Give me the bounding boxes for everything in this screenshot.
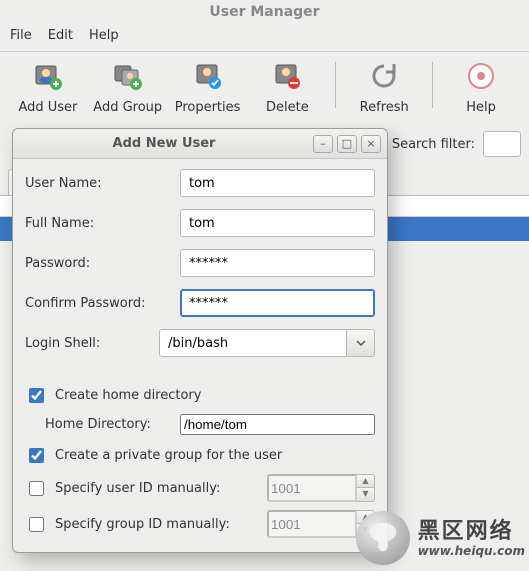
home-directory-label: Home Directory:	[45, 417, 180, 432]
refresh-icon	[368, 60, 400, 96]
fullname-input[interactable]	[180, 209, 375, 237]
menubar: File Edit Help	[0, 26, 529, 52]
password-input[interactable]	[180, 249, 375, 277]
menu-file[interactable]: File	[10, 28, 32, 43]
chevron-down-icon[interactable]	[347, 329, 375, 357]
specify-gid-label: Specify group ID manually:	[55, 517, 230, 532]
menu-help[interactable]: Help	[89, 28, 119, 43]
password-label: Password:	[25, 256, 180, 271]
private-group-checkbox[interactable]	[29, 448, 44, 463]
username-label: User Name:	[25, 176, 180, 191]
dialog-body: User Name: Full Name: Password: Confirm …	[13, 159, 387, 552]
watermark-url: www.heiqu.com	[418, 544, 525, 558]
login-shell-combo[interactable]	[159, 329, 375, 357]
confirm-password-input[interactable]	[180, 289, 375, 317]
home-directory-input[interactable]	[180, 414, 375, 435]
menu-edit[interactable]: Edit	[48, 28, 73, 43]
login-shell-label: Login Shell:	[25, 336, 159, 351]
uid-step-up: ▲	[357, 474, 375, 488]
login-shell-input[interactable]	[159, 329, 347, 357]
help-button[interactable]: Help	[441, 58, 521, 117]
user-delete-icon	[271, 60, 303, 96]
toolbar-label: Help	[466, 100, 496, 115]
specify-uid-label: Specify user ID manually:	[55, 481, 220, 496]
minimize-button[interactable]: –	[313, 135, 333, 153]
group-add-icon	[112, 60, 144, 96]
add-user-button[interactable]: Add User	[8, 58, 88, 117]
gid-step-down: ▼	[357, 524, 375, 538]
delete-button[interactable]: Delete	[247, 58, 327, 117]
username-input[interactable]	[180, 169, 375, 197]
help-icon	[465, 60, 497, 96]
toolbar-label: Delete	[266, 100, 309, 115]
specify-gid-checkbox[interactable]	[29, 517, 44, 532]
gid-step-up: ▲	[357, 510, 375, 524]
toolbar: Add User Add Group Properties Delete Ref…	[0, 52, 529, 121]
search-filter-label: Search filter:	[392, 137, 475, 152]
gid-input	[267, 510, 357, 538]
separator	[432, 62, 433, 108]
create-home-label: Create home directory	[55, 388, 201, 403]
fullname-label: Full Name:	[25, 216, 180, 231]
user-add-icon	[32, 60, 64, 96]
watermark-text: 黑区网络	[418, 518, 525, 544]
create-home-checkbox[interactable]	[29, 388, 44, 403]
dialog-titlebar[interactable]: Add New User – □ ×	[13, 129, 387, 159]
specify-uid-checkbox[interactable]	[29, 481, 44, 496]
properties-button[interactable]: Properties	[168, 58, 248, 117]
toolbar-label: Add Group	[93, 100, 162, 115]
separator	[335, 62, 336, 108]
window-title: User Manager	[0, 0, 529, 26]
toolbar-label: Add User	[18, 100, 77, 115]
refresh-button[interactable]: Refresh	[344, 58, 424, 117]
private-group-label: Create a private group for the user	[55, 448, 282, 463]
uid-spinner: ▲ ▼	[267, 474, 375, 502]
add-group-button[interactable]: Add Group	[88, 58, 168, 117]
maximize-button[interactable]: □	[337, 135, 357, 153]
toolbar-label: Refresh	[360, 100, 409, 115]
toolbar-label: Properties	[175, 100, 241, 115]
add-user-dialog: Add New User – □ × User Name: Full Name:…	[12, 128, 388, 553]
dialog-title: Add New User	[19, 136, 309, 151]
uid-step-down: ▼	[357, 488, 375, 502]
uid-input	[267, 474, 357, 502]
properties-icon	[192, 60, 224, 96]
confirm-password-label: Confirm Password:	[25, 296, 180, 311]
close-button[interactable]: ×	[361, 135, 381, 153]
gid-spinner: ▲ ▼	[267, 510, 375, 538]
search-filter-input[interactable]	[483, 131, 521, 157]
